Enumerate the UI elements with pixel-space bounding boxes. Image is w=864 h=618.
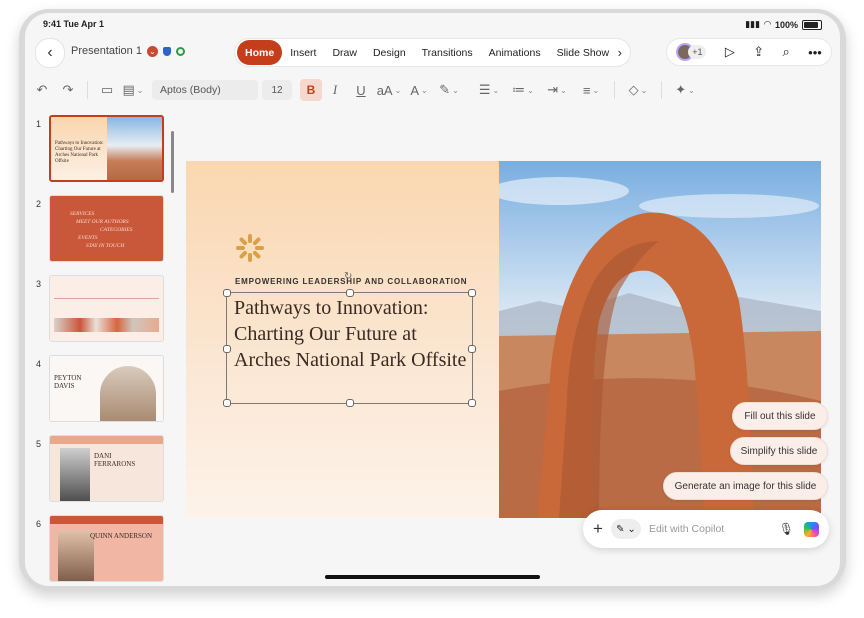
ribbon-tabs: Home Insert Draw Design Transitions Anim… [234, 38, 631, 67]
app-screen: 9:41 Tue Apr 1 ▮▮▮ ◠ 100% ‹ Presentation… [25, 13, 840, 586]
text-size-label: aA [376, 82, 393, 98]
chevron-left-icon: ‹ [47, 44, 53, 61]
tab-design[interactable]: Design [365, 40, 414, 65]
undo-icon[interactable]: ↶ [29, 78, 55, 102]
slide-title[interactable]: Pathways to Innovation: Charting Our Fut… [234, 295, 474, 373]
top-actions: +1 ▷ ⇪ ⌕ ••• [666, 38, 832, 66]
autosave-sync-icon[interactable] [175, 46, 185, 56]
back-button[interactable]: ‹ [35, 38, 65, 68]
home-indicator [325, 575, 540, 579]
tab-insert[interactable]: Insert [282, 40, 324, 65]
thumbnail-number: 2 [36, 199, 42, 209]
thumbnail-number: 6 [36, 519, 42, 529]
suggestion-simplify-slide[interactable]: Simplify this slide [730, 437, 828, 465]
document-title-area[interactable]: Presentation 1 ⌄ [71, 45, 185, 57]
highlight-icon[interactable]: ✎ ⌄ [434, 78, 464, 102]
numbering-icon[interactable]: ≔ ⌄ [506, 78, 540, 102]
more-options-icon[interactable]: ••• [808, 45, 822, 60]
bold-button[interactable]: B [300, 79, 322, 101]
microphone-icon[interactable]: 🎙 [779, 522, 794, 536]
slide-thumbnail-4[interactable]: PEYTON DAVIS [49, 355, 164, 422]
indent-icon[interactable]: ⇥ ⌄ [540, 78, 574, 102]
redo-icon[interactable]: ↷ [55, 78, 81, 102]
text-size-button[interactable]: aA ⌄ [374, 78, 404, 102]
layout-icon[interactable]: ▤ ⌄ [120, 78, 146, 102]
slide-thumbnail-5[interactable]: DANI FERRARONS [49, 435, 164, 502]
copilot-input[interactable]: Edit with Copilot [649, 523, 779, 535]
thumbnail-title: Pathways to Innovation: Charting Our Fut… [55, 141, 104, 164]
share-icon[interactable]: ⇪ [753, 44, 764, 60]
new-slide-icon[interactable]: ▭ [94, 78, 120, 102]
tab-draw[interactable]: Draw [324, 40, 365, 65]
play-icon[interactable]: ▷ [725, 44, 735, 60]
slide-thumbnail-6[interactable]: QUINN ANDERSON [49, 515, 164, 582]
thumbnail-name: QUINN ANDERSON [90, 532, 153, 540]
sensitivity-shield-icon[interactable] [162, 46, 171, 56]
thumbnail-number: 1 [36, 119, 42, 129]
pen-mode-button[interactable]: ✎ ⌄ [610, 519, 641, 539]
resize-handle[interactable] [223, 399, 231, 407]
thumbnail-scrollbar[interactable] [171, 131, 174, 193]
italic-button[interactable]: I [322, 78, 348, 102]
tab-home[interactable]: Home [237, 40, 283, 65]
home-toolbar: ↶ ↷ ▭ ▤ ⌄ Aptos (Body) 12 B I U aA ⌄ A ⌄ ✎ ⌄… [25, 75, 840, 105]
thumbnail-line: CATEGORIES [100, 227, 133, 233]
shapes-icon[interactable]: ◇ ⌄ [621, 78, 655, 102]
slide-thumbnail-3[interactable] [49, 275, 164, 342]
collaborators[interactable]: +1 [676, 43, 707, 61]
chevron-right-icon[interactable]: › [618, 45, 622, 60]
resize-handle[interactable] [468, 399, 476, 407]
tab-animations[interactable]: Animations [481, 40, 549, 65]
tab-slide-show[interactable]: Slide Show [549, 40, 618, 65]
wifi-icon: ◠ [764, 19, 771, 29]
thumbnail-name: DANI FERRARONS [94, 452, 136, 468]
battery-percent: 100% [774, 19, 798, 30]
divider [87, 81, 88, 99]
thumbnail-number: 3 [36, 279, 42, 289]
resize-handle[interactable] [223, 345, 231, 353]
suggestion-fill-out-slide[interactable]: Fill out this slide [732, 402, 828, 430]
tab-transitions[interactable]: Transitions [414, 40, 481, 65]
font-color-icon[interactable]: A ⌄ [404, 78, 434, 102]
status-time: 9:41 [43, 19, 62, 29]
suggestion-generate-image[interactable]: Generate an image for this slide [663, 472, 828, 500]
thumbnail-line: MEET OUR AUTHORS [76, 219, 129, 225]
divider [614, 81, 615, 99]
slide-thumbnail-1[interactable]: Pathways to Innovation: Charting Our Fut… [49, 115, 164, 182]
font-size-field[interactable]: 12 [262, 80, 292, 100]
document-title[interactable]: Presentation 1 [71, 45, 142, 57]
thumbnail-line: EVENTS [78, 235, 98, 241]
battery-icon [802, 19, 822, 30]
font-name-field[interactable]: Aptos (Body) [152, 80, 258, 100]
status-date: Tue Apr 1 [63, 19, 105, 29]
slide-canvas[interactable]: EMPOWERING LEADERSHIP AND COLLABORATION … [186, 161, 821, 518]
add-icon[interactable]: + [593, 519, 603, 539]
sun-logo-icon [236, 234, 264, 262]
thumbnail-number: 4 [36, 359, 42, 369]
signal-icon: ▮▮▮ [745, 19, 761, 29]
align-icon[interactable]: ≡ ⌄ [574, 78, 608, 102]
search-icon[interactable]: ⌕ [782, 44, 789, 60]
thumbnail-line: SERVICES [70, 211, 95, 217]
status-bar: 9:41 Tue Apr 1 ▮▮▮ ◠ 100% [25, 13, 840, 35]
copilot-icon[interactable] [804, 521, 819, 537]
bullets-icon[interactable]: ☰ ⌄ [472, 78, 506, 102]
designer-icon[interactable]: ✦ ⌄ [668, 78, 702, 102]
slide-thumbnails: 1 Pathways to Innovation: Charting Our F… [25, 113, 180, 586]
title-menu-chevron-icon[interactable]: ⌄ [146, 45, 158, 57]
slide-thumbnail-2[interactable]: SERVICES MEET OUR AUTHORS CATEGORIES EVE… [49, 195, 164, 262]
underline-button[interactable]: U [348, 78, 374, 102]
resize-handle[interactable] [223, 289, 231, 297]
collaborator-count[interactable]: +1 [688, 45, 707, 59]
resize-handle[interactable] [346, 399, 354, 407]
thumbnail-number: 5 [36, 439, 42, 449]
rotate-handle-icon[interactable]: ↻ [344, 271, 352, 282]
divider [661, 81, 662, 99]
thumbnail-name: PEYTON DAVIS [54, 374, 82, 390]
copilot-input-bar: + ✎ ⌄ Edit with Copilot 🎙 [583, 510, 829, 548]
slide-left-panel: EMPOWERING LEADERSHIP AND COLLABORATION … [186, 161, 499, 518]
thumbnail-line: STAY IN TOUCH [86, 243, 125, 249]
